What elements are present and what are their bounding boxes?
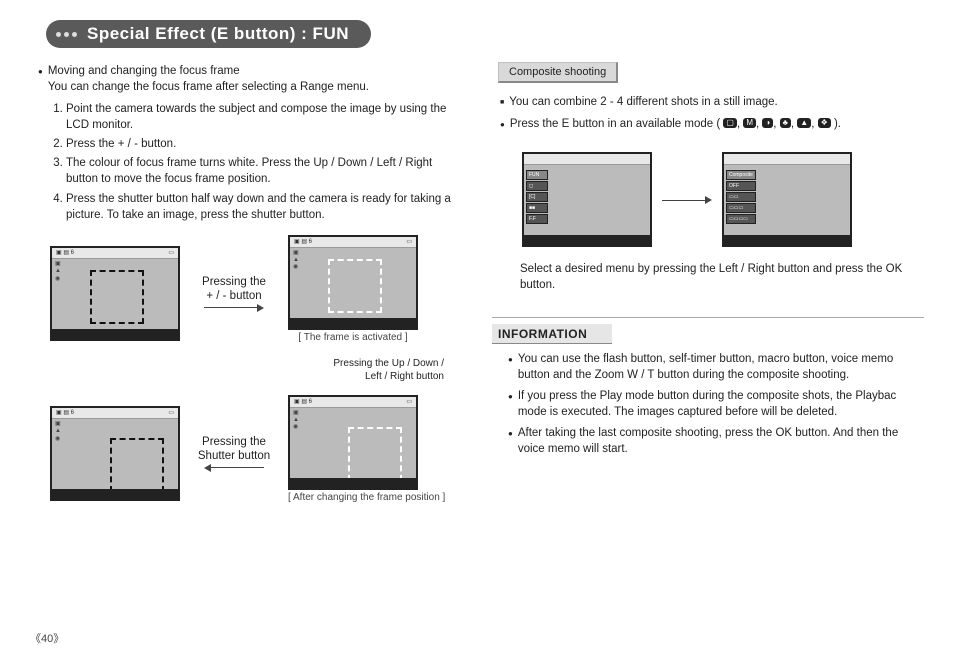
mode-icon: ❖ — [818, 118, 831, 128]
caption-shutter-a: Pressing the — [202, 436, 266, 448]
arrow-2-label: Pressing the Up / Down /Left / Right but… — [30, 357, 444, 383]
mode-icon: ♣ — [780, 118, 791, 128]
lcd-moved: ▣ ▤ 6▭ ▣▲◉ SHCapture ◀▶Move — [288, 395, 418, 490]
page-title: Special Effect (E button) : FUN — [87, 24, 349, 44]
left-column: Moving and changing the focus frame You … — [30, 62, 462, 517]
information-box: INFORMATION You can use the flash button… — [492, 317, 924, 457]
arrow-3: Pressing the Shutter button — [188, 436, 280, 472]
focus-frame-heading: Moving and changing the focus frame You … — [38, 64, 462, 95]
lcd-row-2: ▣ ▤ 6▭ ▣▲◉ SHCapture +/-Edit Pressing th… — [50, 395, 462, 513]
step-2: Press the + / - button. — [66, 136, 462, 152]
lcd-row-1: ▣ ▤ 6▭ ▣▲◉ SHCapture +/-Edit Pressing th… — [50, 235, 462, 353]
caption-press-b: + / - button — [206, 290, 261, 302]
lcd-activated: ▣ ▤ 6▭ ▣▲◉ SHCapture ◀▶Move — [288, 235, 418, 330]
step-1: Point the camera towards the subject and… — [66, 101, 462, 133]
caption-shutter-b: Shutter button — [198, 450, 270, 462]
heading-sub: You can change the focus frame after sel… — [48, 81, 369, 93]
lcd-menu-b: Composite OFF ▭▭ ▭▭▭ ▭▭▭▭ ◀▶Composite OK… — [722, 152, 852, 247]
info-bullet-3: After taking the last composite shooting… — [508, 426, 920, 457]
page-title-bar: Special Effect (E button) : FUN — [46, 20, 371, 48]
mode-icon: M — [743, 118, 756, 128]
right-column: Composite shooting You can combine 2 - 4… — [492, 62, 924, 517]
info-bullet-2: If you press the Play mode button during… — [508, 389, 920, 420]
caption-activated: [ The frame is activated ] — [288, 332, 418, 343]
title-dots — [56, 32, 77, 37]
page-number: 《40》 — [30, 630, 64, 646]
heading-text: Moving and changing the focus frame — [48, 65, 240, 77]
steps-list: Point the camera towards the subject and… — [62, 101, 462, 223]
mode-icon: ▢ — [723, 118, 737, 128]
step-3: The colour of focus frame turns white. P… — [66, 155, 462, 187]
press-e-line: Press the E button in an available mode … — [500, 117, 924, 133]
information-title: INFORMATION — [492, 324, 612, 344]
select-line: Select a desired menu by pressing the Le… — [520, 261, 924, 293]
caption-moved: [ After changing the frame position ] — [288, 492, 445, 503]
lcd-final: ▣ ▤ 6▭ ▣▲◉ SHCapture +/-Edit — [50, 406, 180, 501]
info-bullet-1: You can use the flash button, self-timer… — [508, 352, 920, 383]
step-4: Press the shutter button half way down a… — [66, 191, 462, 223]
lcd-before: ▣ ▤ 6▭ ▣▲◉ SHCapture +/-Edit — [50, 246, 180, 341]
caption-press-a: Pressing the — [202, 276, 266, 288]
composite-subhead: Composite shooting — [498, 62, 618, 83]
composite-row: FUN ◻ [C] ■■ F.F ◀▶Move EExit Composite … — [522, 152, 924, 247]
lcd-menu-a: FUN ◻ [C] ■■ F.F ◀▶Move EExit — [522, 152, 652, 247]
combine-line: You can combine 2 - 4 different shots in… — [500, 95, 924, 111]
mode-icon: ▲ — [797, 118, 811, 128]
mode-icon: ◑ — [762, 118, 773, 128]
arrow-1: Pressing the + / - button — [188, 276, 280, 312]
